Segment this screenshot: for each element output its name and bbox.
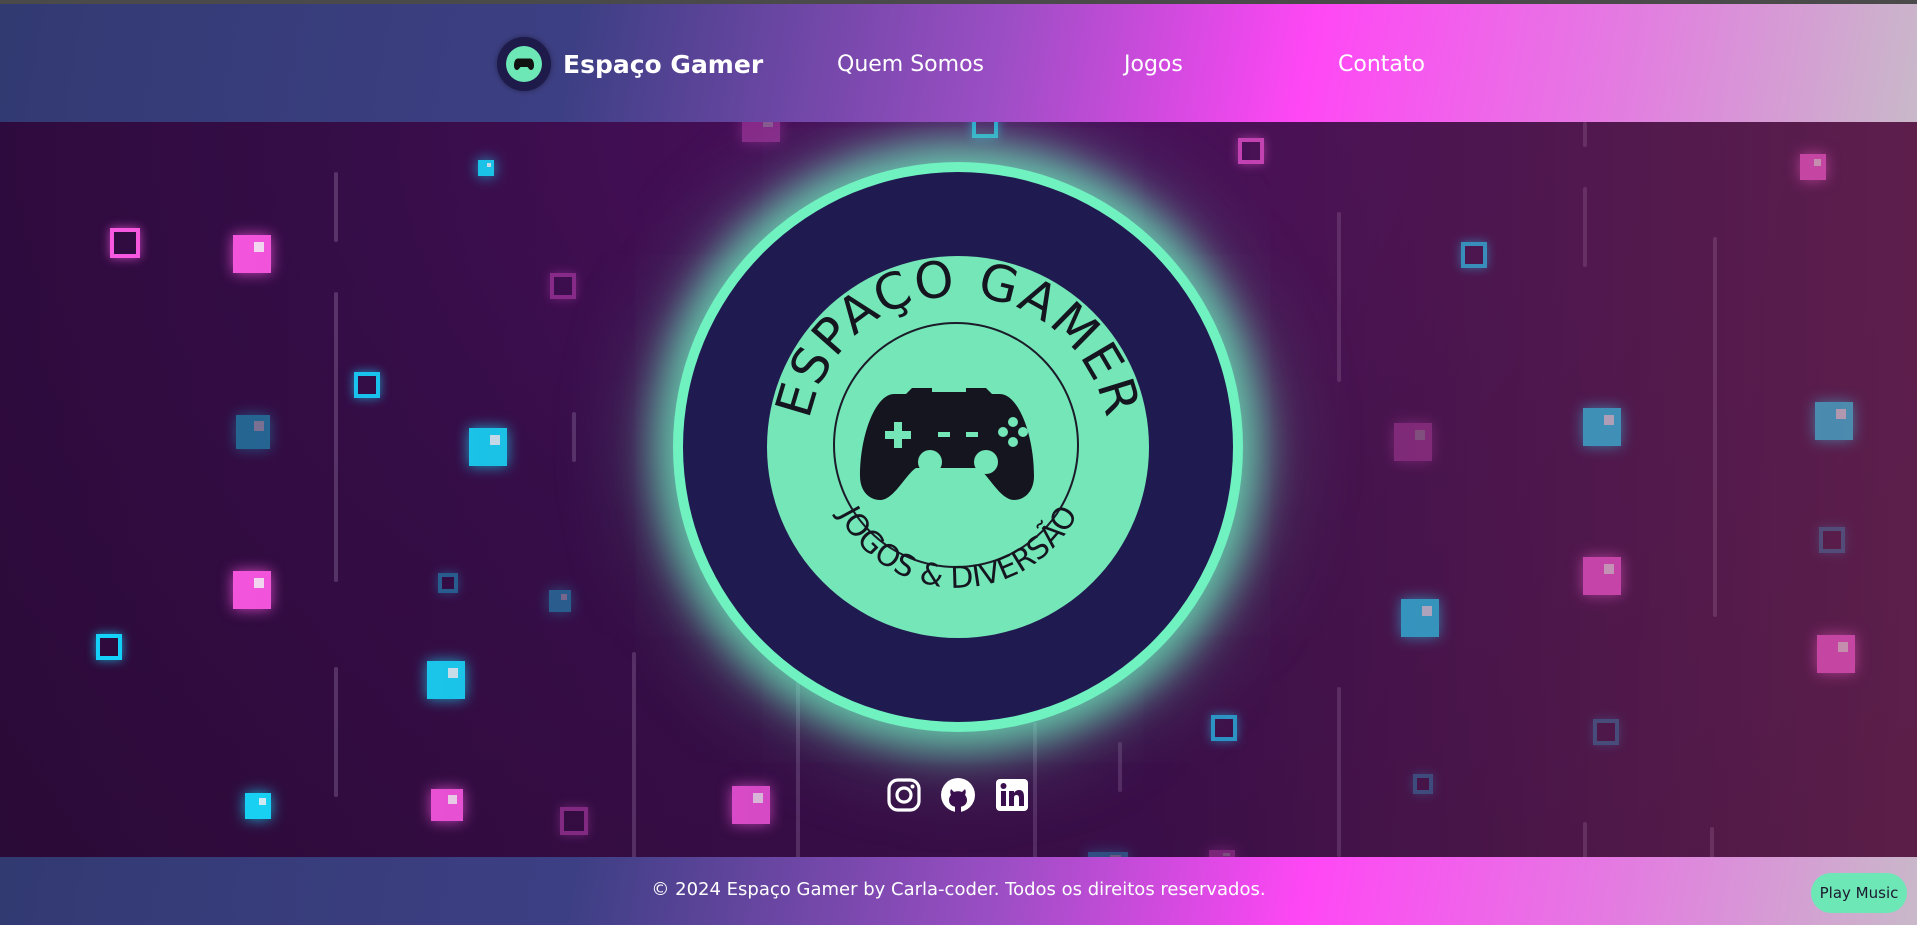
decor-square: [469, 428, 507, 466]
decor-line: [334, 292, 338, 582]
decor-square: [1819, 527, 1845, 553]
nav-link-jogos[interactable]: Jogos: [1124, 52, 1183, 77]
decor-square: [1583, 408, 1621, 446]
decor-line: [1583, 822, 1587, 857]
decor-square: [972, 122, 998, 138]
hero-section: ESPAÇO GAMER JOGOS & DIVERSÃO: [0, 122, 1917, 857]
hero-logo-art: ESPAÇO GAMER JOGOS & DIVERSÃO: [767, 256, 1149, 596]
decor-square: [1211, 715, 1237, 741]
decor-square: [1461, 242, 1487, 268]
decor-square: [431, 789, 463, 821]
decor-line: [1337, 687, 1341, 857]
decor-line: [1713, 237, 1717, 617]
decor-square: [1593, 719, 1619, 745]
decor-line: [572, 412, 576, 462]
decor-line: [796, 672, 800, 857]
decor-square: [1209, 850, 1235, 857]
decor-line: [1033, 722, 1037, 857]
decor-line: [1583, 122, 1587, 147]
hero-logo: ESPAÇO GAMER JOGOS & DIVERSÃO: [683, 172, 1233, 722]
site-header: Espaço Gamer Quem Somos Jogos Contato: [0, 4, 1917, 122]
hero-logo-disc: ESPAÇO GAMER JOGOS & DIVERSÃO: [767, 256, 1149, 638]
decor-square: [1394, 423, 1432, 461]
decor-square: [1238, 138, 1264, 164]
decor-square: [1401, 599, 1439, 637]
decor-square: [427, 661, 465, 699]
hero-logo-bottom-text: JOGOS & DIVERSÃO: [830, 499, 1085, 596]
linkedin-icon[interactable]: [995, 778, 1031, 814]
decor-square: [478, 160, 494, 176]
decor-line: [1118, 742, 1122, 792]
nav-link-quem-somos[interactable]: Quem Somos: [837, 52, 984, 77]
decor-square: [1583, 557, 1621, 595]
decor-square: [110, 228, 140, 258]
decor-square: [1815, 402, 1853, 440]
nav-link-contato[interactable]: Contato: [1338, 52, 1425, 77]
decor-line: [1710, 827, 1714, 857]
decor-line: [632, 652, 636, 857]
site-footer: © 2024 Espaço Gamer by Carla-coder. Todo…: [0, 857, 1917, 925]
decor-square: [550, 273, 576, 299]
brand[interactable]: Espaço Gamer: [497, 36, 763, 92]
decor-square: [1817, 635, 1855, 673]
play-music-button[interactable]: Play Music: [1811, 873, 1907, 913]
decor-line: [1583, 187, 1587, 267]
instagram-icon[interactable]: [887, 778, 923, 814]
brand-name: Espaço Gamer: [563, 49, 764, 79]
decor-line: [334, 667, 338, 797]
decor-square: [560, 807, 588, 835]
decor-square: [1800, 154, 1826, 180]
decor-square: [549, 590, 571, 612]
github-icon[interactable]: [940, 777, 976, 813]
decor-square: [438, 573, 458, 593]
gamepad-icon: [860, 388, 1034, 500]
copyright-text: © 2024 Espaço Gamer by Carla-coder. Todo…: [651, 879, 1266, 900]
decor-square: [742, 122, 780, 142]
brand-logo-icon: [497, 37, 551, 91]
decor-line: [334, 172, 338, 242]
decor-square: [732, 786, 770, 824]
decor-square: [233, 235, 271, 273]
svg-text:JOGOS & DIVERSÃO: JOGOS & DIVERSÃO: [830, 499, 1085, 596]
decor-line: [1337, 212, 1341, 382]
decor-square: [233, 571, 271, 609]
decor-square: [96, 634, 122, 660]
decor-square: [245, 793, 271, 819]
decor-square: [354, 372, 380, 398]
decor-square: [236, 415, 270, 449]
decor-square: [1413, 774, 1433, 794]
